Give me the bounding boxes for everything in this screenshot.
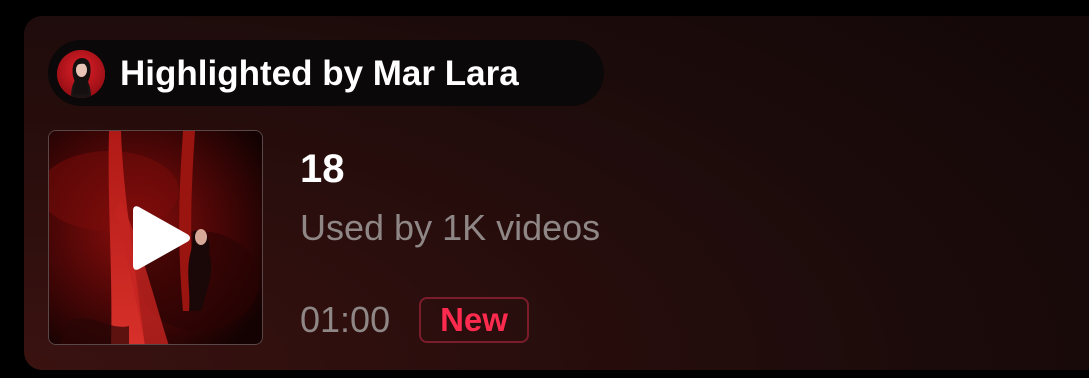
user-avatar-icon[interactable] [57,50,105,98]
sound-duration: 01:00 [300,299,391,340]
highlighted-by-label: Highlighted by Mar Lara [120,54,519,93]
new-badge: New [419,297,529,343]
sound-title: 18 [300,147,345,191]
usage-count: Used by 1K videos [300,207,601,248]
play-icon[interactable] [131,205,191,271]
